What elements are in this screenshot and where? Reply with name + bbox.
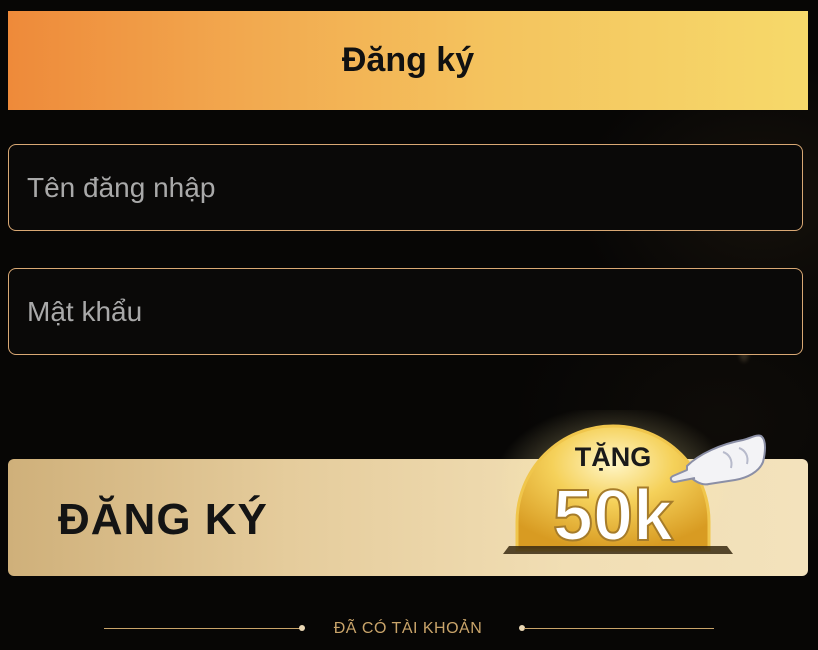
username-input[interactable] [9,145,802,230]
bonus-badge[interactable]: TẶNG 50k [493,405,775,565]
page-title: Đăng ký [341,41,475,79]
password-input[interactable] [9,269,802,354]
register-button-label: ĐĂNG KÝ [58,495,268,544]
bonus-badge-graphic: TẶNG 50k [493,405,766,565]
divider-dot-left [299,625,305,631]
password-field[interactable] [8,268,803,355]
divider-right [524,628,714,629]
page-header: Đăng ký [8,11,808,110]
badge-amount-text: 50k [553,476,674,556]
username-field[interactable] [8,144,803,231]
badge-tang-text: TẶNG [575,441,652,472]
divider-left [104,628,300,629]
login-link[interactable]: ĐÃ CÓ TÀI KHOẢN [308,620,508,638]
